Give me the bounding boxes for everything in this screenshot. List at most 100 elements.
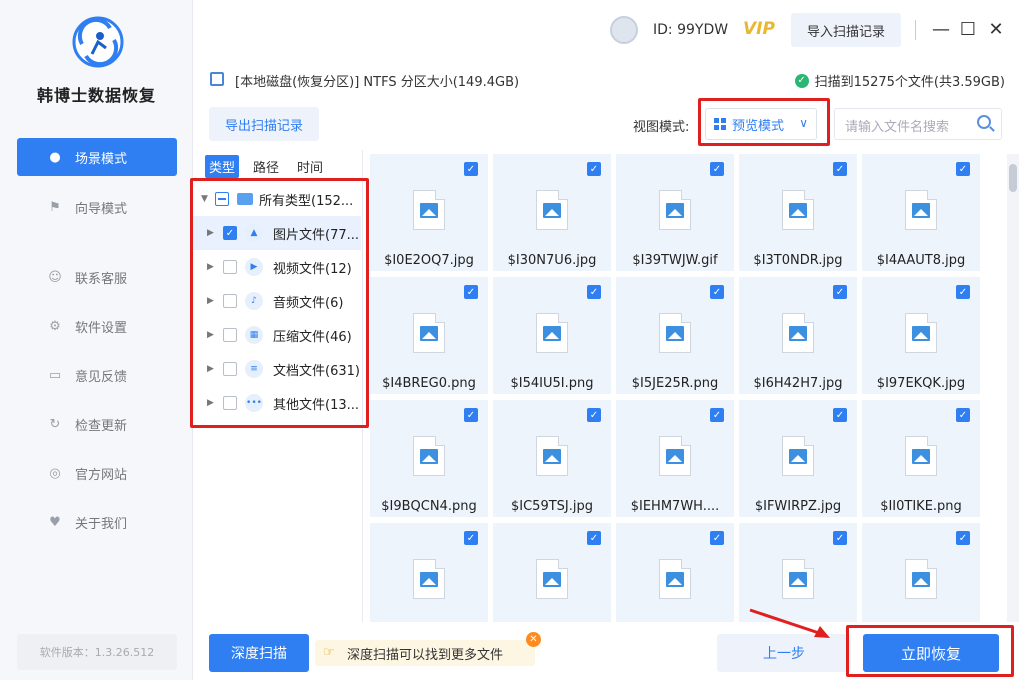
file-checkbox[interactable]: ✓ xyxy=(464,531,478,545)
file-card[interactable]: ✓ $I54IU5I.png xyxy=(493,277,611,394)
file-card[interactable]: ✓ $I5JE25R.png xyxy=(616,277,734,394)
sidebar-item-4[interactable]: ▭ 意见反馈 xyxy=(17,356,177,394)
export-scan-record-button[interactable]: 导出扫描记录 xyxy=(209,107,319,141)
file-card[interactable]: ✓ $II0TIKE.png xyxy=(862,400,980,517)
file-name: $I3T0NDR.jpg xyxy=(753,253,843,268)
file-card[interactable]: ✓ xyxy=(370,523,488,622)
file-name: $I54IU5I.png xyxy=(510,376,594,391)
search-input[interactable]: 请输入文件名搜索 xyxy=(834,108,1002,140)
path-bar: [本地磁盘(恢复分区)] NTFS 分区大小(149.4GB) ✓ 扫描到152… xyxy=(193,62,1020,96)
file-name: $II0TIKE.png xyxy=(880,499,962,514)
file-checkbox[interactable]: ✓ xyxy=(956,531,970,545)
vip-avatar-icon[interactable] xyxy=(610,16,638,44)
file-checkbox[interactable]: ✓ xyxy=(710,285,724,299)
file-checkbox[interactable]: ✓ xyxy=(464,408,478,422)
search-icon[interactable] xyxy=(977,115,991,129)
file-checkbox[interactable]: ✓ xyxy=(956,162,970,176)
sidebar-item-6[interactable]: ◎ 官方网站 xyxy=(17,454,177,492)
app-name: 韩博士数据恢复 xyxy=(36,86,156,105)
file-checkbox[interactable]: ✓ xyxy=(710,531,724,545)
file-checkbox[interactable]: ✓ xyxy=(464,285,478,299)
file-card[interactable]: ✓ $I3T0NDR.jpg xyxy=(739,154,857,271)
image-file-icon xyxy=(413,436,445,476)
search-placeholder: 请输入文件名搜索 xyxy=(845,120,950,135)
file-checkbox[interactable]: ✓ xyxy=(587,531,601,545)
tab-time[interactable]: 时间 xyxy=(293,155,327,178)
file-checkbox[interactable]: ✓ xyxy=(956,285,970,299)
globe-icon: ◎ xyxy=(49,465,61,481)
file-name: $I9BQCN4.png xyxy=(381,499,477,514)
file-card[interactable]: ✓ $I39TWJW.gif xyxy=(616,154,734,271)
file-name: $I30N7U6.jpg xyxy=(507,253,597,268)
sidebar-item-5[interactable]: ↻ 检查更新 xyxy=(17,405,177,443)
support-icon: ☺ xyxy=(48,269,62,285)
image-file-icon xyxy=(536,436,568,476)
file-card[interactable]: ✓ $I0E2OQ7.jpg xyxy=(370,154,488,271)
import-scan-record-button[interactable]: 导入扫描记录 xyxy=(791,13,901,47)
tab-path[interactable]: 路径 xyxy=(249,155,283,178)
image-file-icon xyxy=(413,190,445,230)
success-check-icon: ✓ xyxy=(794,73,809,88)
tip-close-icon[interactable]: ✕ xyxy=(526,632,541,647)
file-name: $I4BREG0.png xyxy=(382,376,476,391)
file-card[interactable]: ✓ xyxy=(493,523,611,622)
file-card[interactable]: ✓ $I4BREG0.png xyxy=(370,277,488,394)
flag-icon: ⚑ xyxy=(49,199,61,215)
file-checkbox[interactable]: ✓ xyxy=(833,531,847,545)
deep-scan-button[interactable]: 深度扫描 xyxy=(209,634,309,672)
file-card[interactable]: ✓ $IC59TSJ.jpg xyxy=(493,400,611,517)
minimize-icon[interactable]: — xyxy=(930,18,952,40)
file-name: $IFWIRPZ.jpg xyxy=(754,499,842,514)
scan-result-text: 扫描到15275个文件(共3.59GB) xyxy=(814,75,1005,90)
sidebar-item-label: 软件设置 xyxy=(75,320,128,336)
file-card[interactable]: ✓ $I30N7U6.jpg xyxy=(493,154,611,271)
file-checkbox[interactable]: ✓ xyxy=(587,285,601,299)
file-checkbox[interactable]: ✓ xyxy=(464,162,478,176)
file-card[interactable]: ✓ $I6H42H7.jpg xyxy=(739,277,857,394)
file-card[interactable]: ✓ $I4AAUT8.jpg xyxy=(862,154,980,271)
file-card[interactable]: ✓ $IFWIRPZ.jpg xyxy=(739,400,857,517)
tree-tabs: 类型 路径 时间 xyxy=(205,155,327,178)
file-checkbox[interactable]: ✓ xyxy=(956,408,970,422)
file-card[interactable]: ✓ $I97EKQK.jpg xyxy=(862,277,980,394)
file-checkbox[interactable]: ✓ xyxy=(710,408,724,422)
file-checkbox[interactable]: ✓ xyxy=(833,162,847,176)
file-checkbox[interactable]: ✓ xyxy=(710,162,724,176)
vip-badge[interactable]: VIP xyxy=(743,19,775,39)
file-name: $I4AAUT8.jpg xyxy=(876,253,966,268)
scan-summary: ✓ 扫描到15275个文件(共3.59GB) xyxy=(794,71,1005,90)
maximize-icon[interactable]: ☐ xyxy=(957,18,979,40)
file-card[interactable]: ✓ $IEHM7WH.... xyxy=(616,400,734,517)
file-checkbox[interactable]: ✓ xyxy=(587,408,601,422)
sidebar-item-3[interactable]: ⚙ 软件设置 xyxy=(17,307,177,345)
sidebar-item-label: 检查更新 xyxy=(75,418,128,434)
image-file-icon xyxy=(782,313,814,353)
image-file-icon xyxy=(536,190,568,230)
sidebar-item-2[interactable]: ☺ 联系客服 xyxy=(17,258,177,296)
image-file-icon xyxy=(659,559,691,599)
image-file-icon xyxy=(536,313,568,353)
image-file-icon xyxy=(782,190,814,230)
file-checkbox[interactable]: ✓ xyxy=(587,162,601,176)
sidebar-item-label: 关于我们 xyxy=(75,516,128,532)
app-logo-icon xyxy=(72,16,124,68)
pointing-hand-icon: ☞ xyxy=(323,645,335,660)
image-file-icon xyxy=(659,313,691,353)
sidebar: 韩博士数据恢复 ● 场景模式 ⚑ 向导模式 ☺ 联系客服 ⚙ 软件设置 ▭ 意见反馈 ↻ 检查更新 ◎ 官… xyxy=(0,0,193,680)
sidebar-item-1[interactable]: ⚑ 向导模式 xyxy=(17,188,177,226)
file-checkbox[interactable]: ✓ xyxy=(833,285,847,299)
file-card[interactable]: ✓ xyxy=(616,523,734,622)
close-icon[interactable]: ✕ xyxy=(985,18,1007,40)
tab-type[interactable]: 类型 xyxy=(205,155,240,178)
file-checkbox[interactable]: ✓ xyxy=(833,408,847,422)
sidebar-item-0[interactable]: ● 场景模式 xyxy=(17,138,177,176)
scrollbar-thumb[interactable] xyxy=(1009,164,1017,192)
image-file-icon xyxy=(659,436,691,476)
image-file-icon xyxy=(659,190,691,230)
file-name: $IEHM7WH.... xyxy=(630,499,720,514)
sidebar-item-7[interactable]: ♥ 关于我们 xyxy=(17,503,177,541)
file-card[interactable]: ✓ $I9BQCN4.png xyxy=(370,400,488,517)
grid-scrollbar[interactable] xyxy=(1007,154,1019,622)
file-card[interactable]: ✓ xyxy=(862,523,980,622)
image-file-icon xyxy=(905,559,937,599)
